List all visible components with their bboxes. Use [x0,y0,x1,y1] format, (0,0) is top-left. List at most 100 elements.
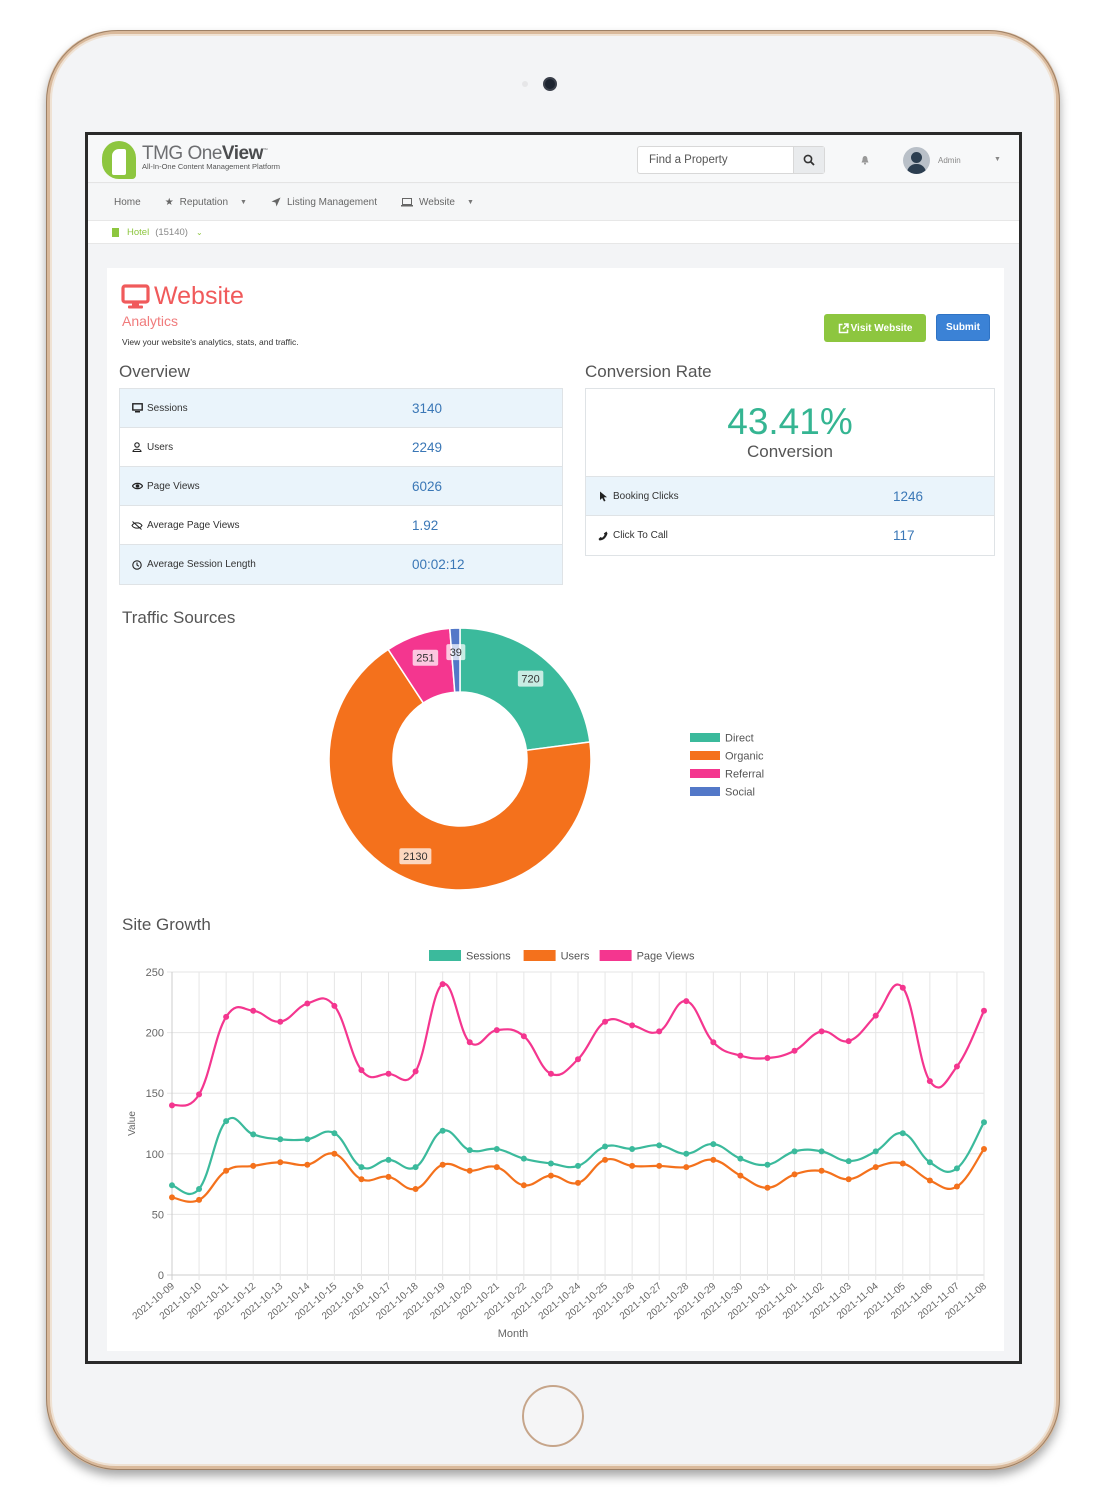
data-point-users[interactable] [953,1183,960,1190]
data-point-users[interactable] [493,1164,500,1171]
data-point-page-views[interactable] [304,1000,311,1007]
data-point-page-views[interactable] [466,1039,473,1046]
data-point-sessions[interactable] [953,1165,960,1172]
data-point-users[interactable] [683,1164,690,1171]
bell-icon[interactable] [860,155,870,165]
nav-item-listing-management[interactable]: Listing Management [271,197,377,208]
data-point-page-views[interactable] [277,1018,284,1025]
donut-slice-direct[interactable] [459,628,591,752]
legend-item-users[interactable]: Users [523,950,590,963]
data-point-page-views[interactable] [899,984,906,991]
data-point-users[interactable] [575,1179,581,1186]
legend-item-social[interactable]: Social [690,787,755,799]
data-point-sessions[interactable] [493,1145,500,1152]
data-point-sessions[interactable] [196,1185,203,1192]
data-point-users[interactable] [547,1172,554,1179]
legend-item-page-views[interactable]: Page Views [599,950,695,963]
data-point-sessions[interactable] [412,1164,419,1171]
data-point-users[interactable] [710,1156,717,1163]
data-point-users[interactable] [358,1176,365,1183]
avatar[interactable] [903,147,930,174]
data-point-page-views[interactable] [737,1052,744,1059]
data-point-page-views[interactable] [791,1047,798,1054]
data-point-sessions[interactable] [710,1141,717,1148]
data-point-page-views[interactable] [250,1007,257,1014]
data-point-sessions[interactable] [250,1131,257,1138]
data-point-page-views[interactable] [656,1028,663,1035]
data-point-sessions[interactable] [304,1136,311,1143]
data-point-users[interactable] [981,1145,987,1152]
visit-website-button[interactable]: Visit Website [824,314,926,342]
data-point-page-views[interactable] [331,1002,338,1009]
legend-item-referral[interactable]: Referral [690,769,764,781]
data-point-users[interactable] [331,1150,338,1157]
data-point-users[interactable] [656,1162,663,1169]
data-point-sessions[interactable] [764,1161,771,1168]
nav-item-website[interactable]: Website ▼ [401,197,474,208]
data-point-users[interactable] [818,1167,825,1174]
legend-item-direct[interactable]: Direct [690,733,754,745]
data-point-users[interactable] [926,1177,933,1184]
data-point-users[interactable] [520,1182,527,1189]
data-point-page-views[interactable] [358,1067,365,1074]
data-point-page-views[interactable] [439,981,446,988]
nav-item-reputation[interactable]: ★ Reputation ▼ [165,197,247,208]
data-point-users[interactable] [196,1196,203,1203]
data-point-sessions[interactable] [602,1143,609,1150]
data-point-users[interactable] [412,1185,419,1192]
data-point-sessions[interactable] [223,1118,230,1125]
tablet-home-button[interactable] [522,1385,584,1447]
data-point-sessions[interactable] [520,1155,527,1162]
data-point-users[interactable] [169,1194,175,1201]
data-point-sessions[interactable] [791,1148,798,1155]
data-point-users[interactable] [250,1162,257,1169]
data-point-sessions[interactable] [737,1155,744,1162]
data-point-users[interactable] [629,1162,636,1169]
data-point-page-views[interactable] [683,998,690,1005]
data-point-users[interactable] [899,1160,906,1167]
submit-button[interactable]: Submit [936,314,990,341]
data-point-users[interactable] [872,1164,879,1171]
legend-item-organic[interactable]: Organic [690,751,764,763]
data-point-users[interactable] [277,1159,284,1166]
data-point-page-views[interactable] [575,1056,581,1063]
data-point-page-views[interactable] [981,1007,987,1014]
data-point-page-views[interactable] [547,1070,554,1077]
data-point-sessions[interactable] [629,1145,636,1152]
data-point-page-views[interactable] [493,1027,500,1034]
data-point-sessions[interactable] [981,1119,987,1126]
data-point-sessions[interactable] [547,1160,554,1167]
data-point-sessions[interactable] [385,1156,392,1163]
data-point-page-views[interactable] [520,1033,527,1040]
data-point-sessions[interactable] [439,1127,446,1134]
data-point-users[interactable] [223,1167,230,1174]
data-point-sessions[interactable] [872,1148,879,1155]
property-search-input[interactable] [638,147,794,173]
data-point-sessions[interactable] [845,1158,852,1165]
data-point-sessions[interactable] [169,1182,175,1189]
data-point-page-views[interactable] [385,1070,392,1077]
property-selector[interactable]: Hotel (15140) ⌄ [112,227,203,238]
nav-item-home[interactable]: Home [114,197,141,208]
data-point-users[interactable] [602,1156,609,1163]
data-point-sessions[interactable] [331,1130,338,1137]
data-point-sessions[interactable] [656,1142,663,1149]
data-point-users[interactable] [737,1172,744,1179]
data-point-page-views[interactable] [602,1018,609,1025]
data-point-sessions[interactable] [277,1136,284,1143]
data-point-page-views[interactable] [223,1013,230,1020]
data-point-sessions[interactable] [358,1164,365,1171]
data-point-sessions[interactable] [926,1159,933,1166]
data-point-users[interactable] [764,1184,771,1191]
data-point-page-views[interactable] [845,1038,852,1045]
data-point-page-views[interactable] [169,1102,175,1109]
data-point-sessions[interactable] [683,1150,690,1157]
data-point-users[interactable] [466,1167,473,1174]
data-point-users[interactable] [439,1161,446,1168]
data-point-sessions[interactable] [818,1148,825,1155]
search-button[interactable] [793,147,824,173]
data-point-users[interactable] [845,1176,852,1183]
data-point-page-views[interactable] [764,1055,771,1062]
data-point-sessions[interactable] [575,1162,581,1169]
data-point-users[interactable] [304,1161,311,1168]
